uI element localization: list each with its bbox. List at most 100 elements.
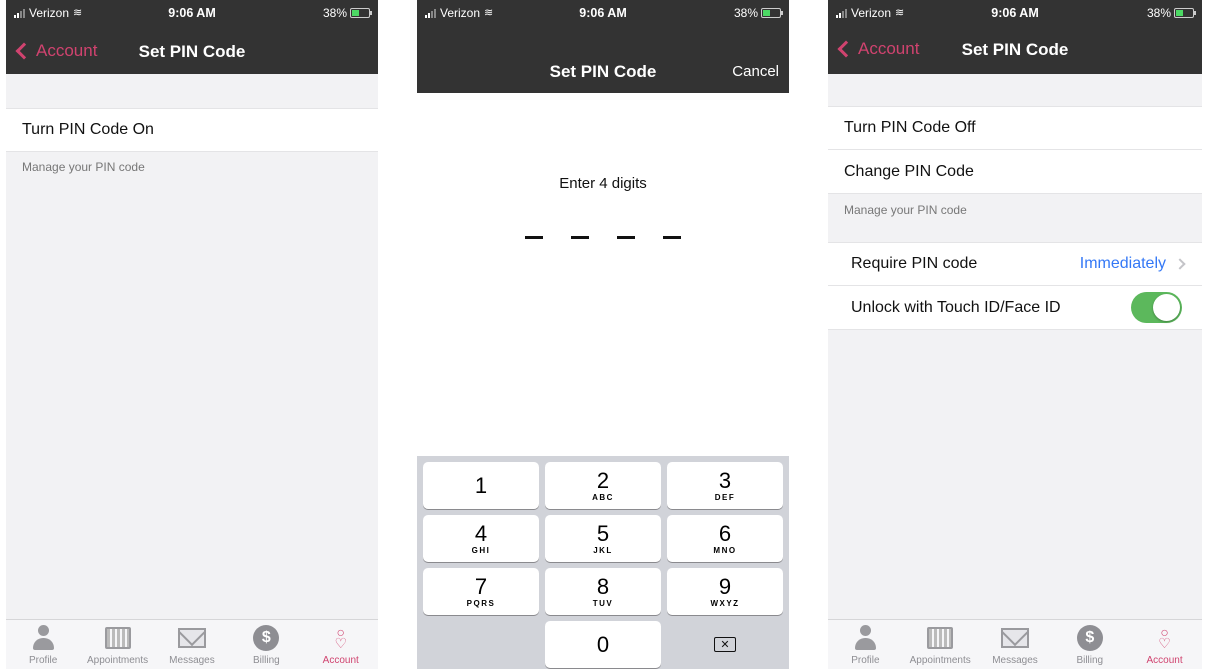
tab-messages[interactable]: Messages: [980, 620, 1050, 669]
require-pin-row[interactable]: Require PIN code Immediately: [828, 242, 1202, 286]
change-pin-row[interactable]: Change PIN Code: [828, 150, 1202, 194]
dollar-icon: $: [1076, 625, 1103, 651]
key-letters: DEF: [714, 492, 736, 502]
person-icon: [31, 625, 55, 651]
key-digit: 5: [596, 520, 610, 546]
tab-billing[interactable]: $ Billing: [1055, 620, 1125, 669]
key-digit: 8: [596, 573, 610, 599]
status-bar: Verizon ≋ 9:06 AM 38%: [828, 0, 1202, 24]
tab-label: Billing: [1076, 655, 1104, 666]
tab-bar: Profile Appointments Messages $ Billing ○…: [828, 619, 1202, 669]
tab-label: Account: [1146, 655, 1183, 666]
key-7[interactable]: 7 PQRS: [423, 568, 539, 615]
key-letters: GHI: [471, 545, 491, 555]
key-digit: 1: [474, 472, 488, 498]
tab-profile[interactable]: Profile: [8, 620, 78, 669]
touch-id-toggle[interactable]: [1131, 292, 1182, 323]
nav-bar: Account Set PIN Code: [6, 32, 378, 72]
pin-slot: [525, 236, 543, 239]
header: Verizon ≋ 9:06 AM 38% Set PIN Code Cance…: [417, 0, 789, 93]
key-digit: 0: [596, 631, 610, 657]
delete-key[interactable]: ✕: [667, 621, 783, 668]
calendar-icon: [927, 627, 954, 649]
page-title: Set PIN Code: [961, 40, 1069, 59]
key-4[interactable]: 4 GHI: [423, 515, 539, 562]
numeric-keypad: 1 2 ABC 3 DEF 4 GHI 5 JKL 6 MNO 7 PQRS 8 TUV 9W…: [417, 456, 789, 669]
pin-prompt: Enter 4 digits: [559, 175, 647, 192]
pin-slot: [617, 236, 635, 239]
key-digit: 7: [474, 573, 488, 599]
battery-icon: [350, 8, 372, 18]
key-digit: 6: [718, 520, 732, 546]
row-label: Require PIN code: [851, 255, 978, 272]
battery-percent: 38%: [1146, 6, 1171, 20]
tab-label: Profile: [851, 655, 880, 666]
key-letters: PQRS: [466, 598, 496, 608]
status-time: 9:06 AM: [991, 6, 1039, 20]
key-blank: [423, 621, 539, 668]
key-8[interactable]: 8 TUV: [545, 568, 661, 615]
pin-slot: [663, 236, 681, 239]
key-letters: JKL: [593, 545, 613, 555]
tab-label: Account: [322, 655, 359, 666]
battery-indicator: 38%: [322, 6, 372, 20]
screen-pin-on: Verizon ≋ 9:06 AM 38% Account Set PIN Co…: [828, 0, 1202, 669]
tab-appointments[interactable]: Appointments: [83, 620, 153, 669]
key-9[interactable]: 9 WXYZ: [667, 568, 783, 615]
section-footer: Manage your PIN code: [844, 203, 967, 217]
turn-pin-on-row[interactable]: Turn PIN Code On: [6, 108, 378, 152]
screen-pin-entry: Verizon ≋ 9:06 AM 38% Set PIN Code Cance…: [417, 0, 789, 669]
row-label: Turn PIN Code On: [22, 121, 154, 138]
status-bar: Verizon ≋ 9:06 AM 38%: [417, 0, 789, 24]
key-letters: TUV: [592, 598, 614, 608]
person-icon: [853, 625, 877, 651]
row-label: Change PIN Code: [844, 162, 974, 180]
key-letters: MNO: [713, 545, 737, 555]
dollar-icon: $: [253, 625, 280, 651]
tab-messages[interactable]: Messages: [157, 620, 227, 669]
nav-bar: Set PIN Code Cancel: [417, 52, 789, 92]
tab-account[interactable]: ○ ♡ Account: [306, 620, 376, 669]
key-digit: 9: [718, 573, 732, 599]
key-3[interactable]: 3 DEF: [667, 462, 783, 509]
tab-label: Profile: [29, 655, 58, 666]
require-pin-value: Immediately: [1079, 255, 1166, 272]
key-0[interactable]: 0: [545, 621, 661, 668]
tab-label: Messages: [992, 655, 1038, 666]
battery-indicator: 38%: [1146, 6, 1196, 20]
key-5[interactable]: 5 JKL: [545, 515, 661, 562]
tab-billing[interactable]: $ Billing: [231, 620, 301, 669]
nav-bar: Account Set PIN Code: [828, 30, 1202, 70]
account-icon: ○ ♡: [1158, 624, 1171, 651]
header: Verizon ≋ 9:06 AM 38% Account Set PIN Co…: [828, 0, 1202, 74]
section-footer: Manage your PIN code: [22, 160, 145, 174]
battery-icon: [1174, 8, 1196, 18]
key-2[interactable]: 2 ABC: [545, 462, 661, 509]
touch-id-row: Unlock with Touch ID/Face ID: [828, 286, 1202, 330]
key-1[interactable]: 1: [423, 462, 539, 509]
cancel-button[interactable]: Cancel: [732, 63, 779, 80]
tab-label: Appointments: [87, 655, 149, 666]
tab-label: Billing: [253, 655, 280, 666]
mail-icon: [1000, 628, 1029, 648]
battery-indicator: 38%: [733, 6, 783, 20]
key-digit: 3: [718, 467, 732, 493]
turn-pin-off-row[interactable]: Turn PIN Code Off: [828, 106, 1202, 150]
tab-bar: Profile Appointments Messages $ Billing ○…: [6, 619, 378, 669]
screen-pin-off: Verizon ≋ 9:06 AM 38% Account Set PIN Co…: [6, 0, 378, 669]
battery-percent: 38%: [322, 6, 347, 20]
backspace-icon: ✕: [714, 637, 736, 652]
calendar-icon: [104, 627, 131, 649]
status-bar: Verizon ≋ 9:06 AM 38%: [6, 0, 378, 24]
key-digit: 2: [596, 467, 610, 493]
tab-profile[interactable]: Profile: [830, 620, 900, 669]
row-label: Turn PIN Code Off: [844, 119, 976, 136]
page-title: Set PIN Code: [138, 42, 246, 61]
key-6[interactable]: 6 MNO: [667, 515, 783, 562]
battery-percent: 38%: [733, 6, 758, 20]
row-label: Unlock with Touch ID/Face ID: [851, 298, 1061, 316]
pin-slot: [571, 236, 589, 239]
tab-account[interactable]: ○ ♡ Account: [1130, 620, 1200, 669]
chevron-right-icon: [1174, 258, 1186, 270]
tab-appointments[interactable]: Appointments: [905, 620, 975, 669]
